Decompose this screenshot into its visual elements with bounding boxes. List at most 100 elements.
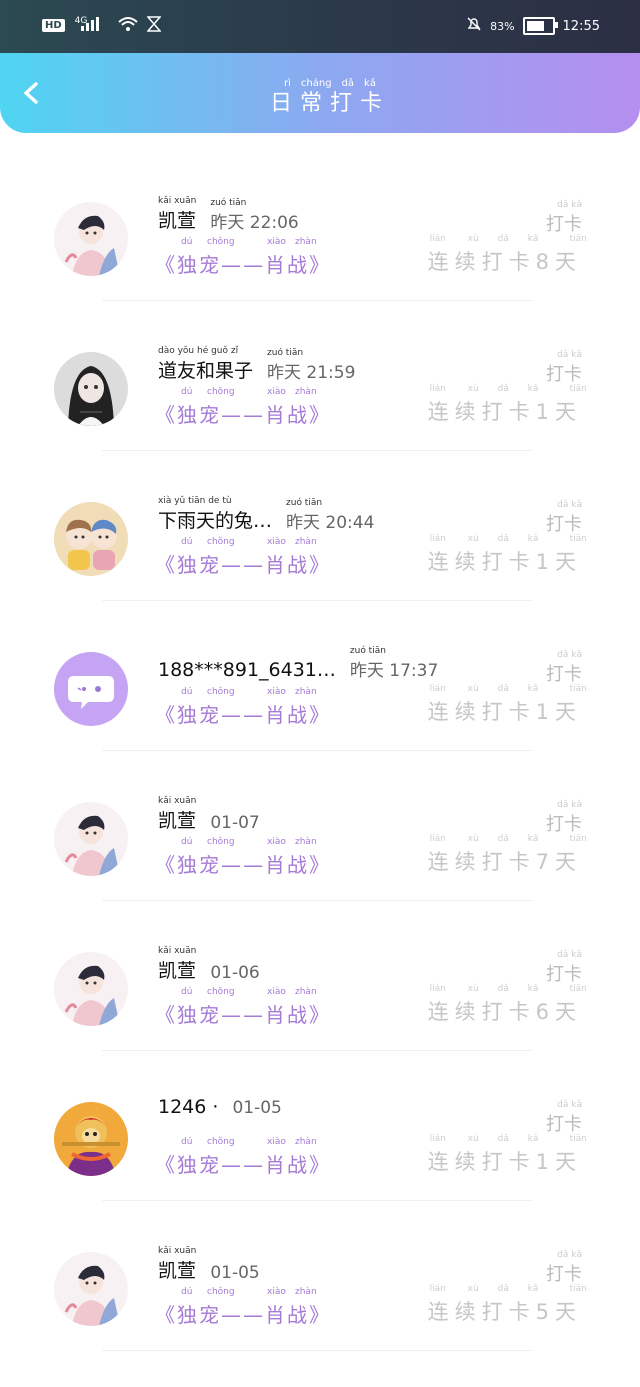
pinyin-syllable: tiān (569, 1134, 587, 1144)
user-name[interactable]: 道友和果子 (158, 360, 253, 382)
status-bar: HD 4G 83% 12:55 (0, 0, 640, 56)
avatar[interactable] (54, 1252, 128, 1326)
user-name[interactable]: 188***891_6431… (158, 659, 336, 681)
checkin-label-text: 打卡 (546, 964, 582, 985)
pinyin-syllable: tiān (569, 384, 587, 394)
avatar[interactable] (54, 502, 128, 576)
pinyin-syllable: dǎ (497, 834, 509, 844)
time-block: zuó tiān 昨天 21:59 (267, 348, 355, 383)
pinyin-syllable: lián (429, 1134, 446, 1144)
avatar[interactable] (54, 802, 128, 876)
pinyin-syllable: chǒng (207, 237, 235, 247)
list-item[interactable]: xià yǔ tiān de tù 下雨天的兔… zuó tiān 昨天 20:… (0, 452, 640, 602)
user-name[interactable]: 凯萱 (158, 1260, 196, 1282)
pinyin-syllable: kǎ (527, 534, 539, 544)
list-item[interactable]: kǎi xuān 凯萱 01-07 dú chǒng xiào zhàn 《独宠——肖… (0, 752, 640, 902)
network-type: 4G (74, 15, 88, 26)
pinyin-syllable: lián (429, 234, 446, 244)
title-pinyin-syllable: rì (284, 78, 291, 89)
book-title[interactable]: dú chǒng xiào zhàn 《独宠——肖战》 (155, 837, 331, 878)
title-pinyin-syllable: kǎ (364, 78, 376, 89)
clock: 12:55 (562, 18, 600, 34)
pinyin-syllable: dǎ (497, 384, 509, 394)
pinyin-syllable: chǒng (207, 1137, 235, 1147)
pinyin-syllable: zhàn (295, 987, 317, 997)
user-name[interactable]: 1246 · (158, 1096, 218, 1118)
book-title[interactable]: dú chǒng xiào zhàn 《独宠——肖战》 (155, 537, 331, 578)
streak-days: lián xù dǎ kǎ tiān 连续打卡8天 (427, 234, 587, 276)
pinyin-syllable: lián (429, 534, 446, 544)
avatar[interactable] (54, 952, 128, 1026)
checkin-pinyin: dǎ kǎ (557, 650, 582, 660)
book-title[interactable]: dú chǒng xiào zhàn 《独宠——肖战》 (155, 987, 331, 1028)
user-name-block: 1246 · (158, 1096, 218, 1118)
name-line: kǎi xuān 凯萱 01-06 (158, 946, 260, 983)
pinyin-syllable: zhàn (295, 837, 317, 847)
user-name-block: kǎi xuān 凯萱 (158, 1246, 196, 1283)
name-line: kǎi xuān 凯萱 01-07 (158, 796, 260, 833)
streak-text: 连续打卡1天 (427, 400, 582, 424)
time-block: zuó tiān 昨天 17:37 (350, 646, 438, 681)
book-title[interactable]: dú chǒng xiào zhàn 《独宠——肖战》 (155, 1287, 331, 1328)
pinyin-syllable: kǎ (527, 234, 539, 244)
streak-text: 连续打卡8天 (427, 250, 582, 274)
pinyin-syllable: chǒng (207, 1287, 235, 1297)
pinyin-syllable: tiān (569, 1284, 587, 1294)
book-title-text: 《独宠——肖战》 (155, 1303, 331, 1327)
checkin-time: 01-05 (210, 1263, 260, 1283)
checkin-label-text: 打卡 (546, 214, 582, 235)
user-name[interactable]: 下雨天的兔… (158, 510, 272, 532)
book-title[interactable]: dú chǒng xiào zhàn 《独宠——肖战》 (155, 237, 331, 278)
book-title[interactable]: dú chǒng xiào zhàn 《独宠——肖战》 (155, 687, 331, 728)
pinyin-syllable: chǒng (207, 837, 235, 847)
user-name[interactable]: 凯萱 (158, 810, 196, 832)
pinyin-syllable: xù (467, 684, 479, 694)
pinyin-syllable: dǎ (497, 1284, 509, 1294)
pinyin-syllable: lián (429, 384, 446, 394)
pinyin-syllable: xiào (267, 687, 286, 697)
book-title[interactable]: dú chǒng xiào zhàn 《独宠——肖战》 (155, 1137, 331, 1178)
avatar[interactable] (54, 652, 128, 726)
book-title-text: 《独宠——肖战》 (155, 553, 331, 577)
checkin-label-text: 打卡 (546, 1114, 582, 1135)
checkin-label: dǎ kǎ 打卡 (546, 350, 582, 386)
divider (102, 300, 532, 301)
streak-text: 连续打卡1天 (427, 1150, 582, 1174)
pinyin-syllable: xiào (267, 837, 286, 847)
streak-days: lián xù dǎ kǎ tiān 连续打卡1天 (427, 1134, 587, 1176)
checkin-time: 昨天 17:37 (349, 661, 439, 681)
user-name-block: xià yǔ tiān de tù 下雨天的兔… (158, 496, 272, 533)
list-item[interactable]: 1246 · 01-05 dú chǒng xiào zhàn 《独宠——肖战》 dǎ… (0, 1052, 640, 1202)
list-item[interactable]: kǎi xuān 凯萱 01-06 dú chǒng xiào zhàn 《独宠——肖… (0, 902, 640, 1052)
time-block: zuó tiān 昨天 20:44 (286, 498, 374, 533)
pinyin-syllable: tiān (569, 684, 587, 694)
book-title[interactable]: dú chǒng xiào zhàn 《独宠——肖战》 (155, 387, 331, 428)
checkin-pinyin: dǎ kǎ (557, 1100, 582, 1110)
pinyin-syllable: tiān (569, 984, 587, 994)
checkin-label: dǎ kǎ 打卡 (546, 950, 582, 986)
list-item[interactable]: kǎi xuān 凯萱 zuó tiān 昨天 22:06 dú chǒng xià… (0, 152, 640, 302)
time-pinyin: zuó tiān (210, 198, 247, 208)
user-name-block: kǎi xuān 凯萱 (158, 946, 196, 983)
pinyin-syllable: kǎ (527, 834, 539, 844)
pinyin-syllable: xiào (267, 1137, 286, 1147)
avatar[interactable] (54, 1102, 128, 1176)
user-name[interactable]: 凯萱 (158, 960, 196, 982)
pinyin-syllable: zhàn (295, 237, 317, 247)
list-item[interactable]: 188***891_6431… zuó tiān 昨天 17:37 dú chǒn… (0, 602, 640, 752)
checkin-pinyin: dǎ kǎ (557, 800, 582, 810)
name-line: dào yǒu hé guǒ zǐ 道友和果子 zuó tiān 昨天 21:5… (158, 346, 355, 383)
avatar[interactable] (54, 202, 128, 276)
streak-days: lián xù dǎ kǎ tiān 连续打卡7天 (428, 834, 587, 876)
streak-text: 连续打卡1天 (427, 700, 582, 724)
list-item[interactable]: dào yǒu hé guǒ zǐ 道友和果子 zuó tiān 昨天 21:5… (0, 302, 640, 452)
list-item[interactable]: kǎi xuān 凯萱 01-05 dú chǒng xiào zhàn 《独宠——肖… (0, 1202, 640, 1352)
book-title-text: 《独宠——肖战》 (155, 1003, 331, 1027)
user-name[interactable]: 凯萱 (158, 210, 196, 232)
streak-days: lián xù dǎ kǎ tiān 连续打卡1天 (427, 684, 587, 726)
pinyin-syllable: chǒng (207, 537, 235, 547)
pinyin-syllable: lián (429, 834, 446, 844)
back-button[interactable] (20, 81, 42, 105)
time-pinyin: zuó tiān (267, 348, 304, 358)
avatar[interactable] (54, 352, 128, 426)
